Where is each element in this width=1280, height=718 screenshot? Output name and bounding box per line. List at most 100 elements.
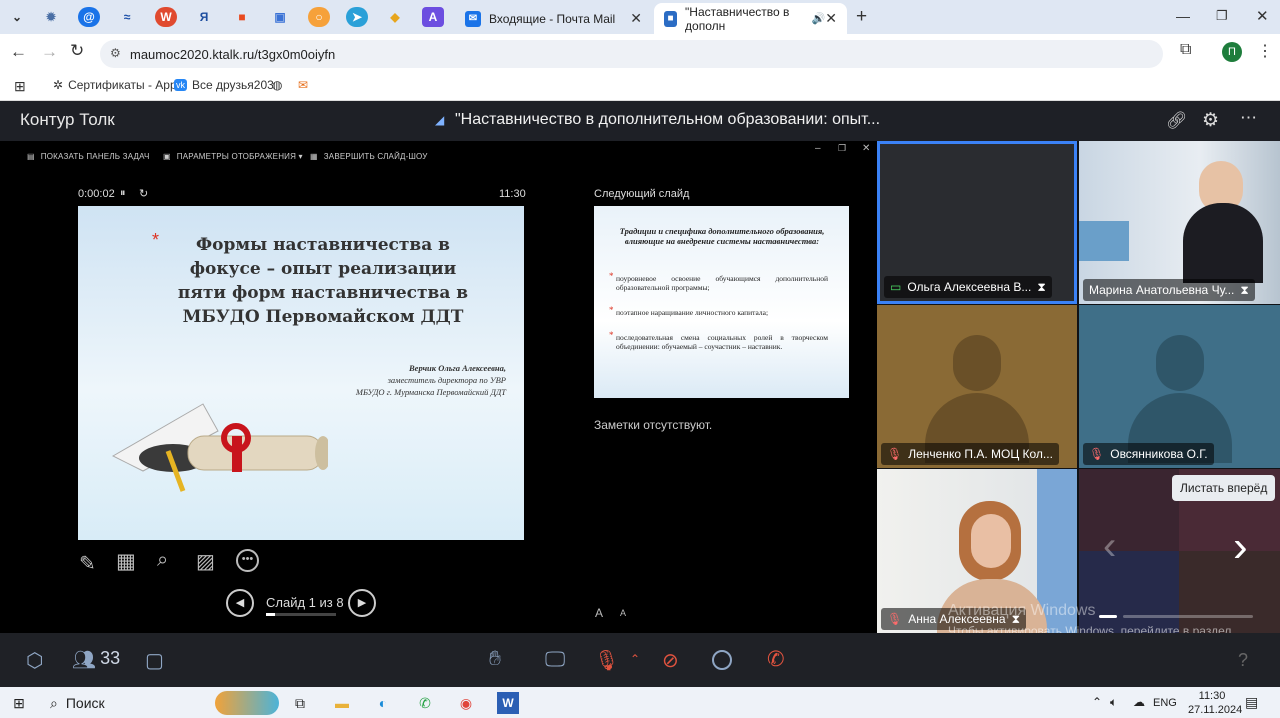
participant-tile[interactable]: 🎙︎ Ленченко П.А. МОЦ Кол... — [877, 305, 1077, 468]
maximize-icon[interactable]: ❐ — [1216, 8, 1228, 24]
pause-icon[interactable]: ⏸ — [120, 187, 126, 200]
end-slideshow-button[interactable]: ▦ ЗАВЕРШИТЬ СЛАЙД-ШОУ — [310, 152, 428, 161]
telegram-icon[interactable]: ➤ — [346, 7, 368, 27]
scroll-back-icon[interactable]: ‹ — [1103, 524, 1116, 569]
increase-font-button[interactable]: A — [595, 606, 603, 620]
restore-icon[interactable]: ❐ — [838, 143, 846, 154]
close-icon[interactable]: ✕ — [630, 10, 642, 27]
menu-icon[interactable]: ⋮ — [1257, 41, 1273, 61]
all-slides-icon[interactable]: ▦ — [116, 549, 136, 574]
whatsapp-icon[interactable]: ✆ — [414, 692, 436, 714]
diamond-icon[interactable]: ◆ — [384, 7, 406, 27]
scroll-forward-icon[interactable]: › — [1233, 522, 1248, 572]
network-icon[interactable]: ☁ — [1133, 695, 1145, 709]
next-slide-label: Следующий слайд — [594, 188, 690, 200]
chrome-icon[interactable]: ◉ — [455, 692, 477, 714]
circle-icon[interactable]: ○ — [308, 7, 330, 27]
yandex-icon[interactable]: Я — [193, 7, 215, 27]
chevron-up-icon[interactable]: ⌃ — [630, 652, 640, 666]
mic-off-icon: 🎙︎ — [1089, 447, 1105, 461]
display-settings-button[interactable]: ▣ ПАРАМЕТРЫ ОТОБРАЖЕНИЯ ▾ — [163, 152, 303, 161]
volume-icon[interactable]: 🔈︎ — [1110, 695, 1117, 710]
widget-icon[interactable] — [215, 691, 279, 715]
person-face — [971, 514, 1011, 568]
new-tab-button[interactable]: + — [856, 6, 867, 28]
participants-button[interactable]: 👥︎ 33 — [72, 648, 120, 672]
decrease-font-button[interactable]: A — [620, 608, 626, 618]
help-button[interactable]: ? — [1238, 650, 1248, 671]
participant-tile[interactable]: ▭ Ольга Алексеевна В... ⧗ — [877, 141, 1077, 304]
chat-icon[interactable]: ▢ — [145, 648, 164, 673]
notifications-icon[interactable]: ▤ — [1245, 694, 1258, 711]
minimize-icon[interactable]: – — [815, 143, 821, 154]
url-field[interactable]: ⚙ maumoc2020.ktalk.ru/t3gx0m0oiyfn — [100, 40, 1163, 68]
extensions-icon[interactable]: ⧉ — [1180, 41, 1191, 59]
word-app-icon[interactable]: W — [497, 692, 519, 714]
tab-meeting[interactable]: ■ "Наставничество в дополн 🔊 ✕ — [654, 3, 847, 34]
mic-off-icon: 🎙︎ — [887, 447, 903, 461]
alice-icon[interactable]: A — [422, 7, 444, 27]
colored-icon[interactable]: ■ — [231, 7, 253, 27]
mail-ru-icon[interactable]: @ — [78, 7, 100, 27]
apps-icon[interactable]: ⊞ — [14, 78, 26, 95]
mail-icon[interactable]: ✉ — [298, 78, 308, 92]
pin-icon: ⧗ — [1037, 279, 1046, 294]
word-icon[interactable]: W — [155, 7, 177, 27]
edge-icon[interactable]: ◐ — [372, 692, 394, 714]
back-icon[interactable]: ← — [10, 42, 27, 62]
zoom-icon[interactable]: ⌕ — [157, 549, 168, 572]
bookmark-certificates[interactable]: ✲ Сертификаты - App — [53, 78, 177, 92]
record-icon[interactable] — [712, 650, 732, 670]
more-icon[interactable]: ⋯ — [1240, 108, 1257, 128]
globe-icon[interactable]: ◍ — [272, 78, 282, 92]
sbp-icon[interactable]: ≈ — [116, 7, 138, 27]
language-indicator[interactable]: ENG — [1153, 697, 1177, 709]
pen-icon[interactable]: ✎ — [79, 551, 96, 576]
mic-off-icon[interactable]: 🎙︎ — [594, 648, 619, 673]
apps-icon[interactable]: ⬡ — [26, 648, 43, 673]
more-options-icon[interactable]: ••• — [236, 549, 259, 572]
author-role: заместитель директора по УВР — [387, 375, 506, 385]
bookmark-vk[interactable]: vk Все друзья203 — [174, 78, 274, 92]
taskbar-clock[interactable]: 11:30 27.11.2024 — [1188, 689, 1242, 717]
reset-icon[interactable]: ↻ — [139, 187, 148, 200]
settings-icon[interactable]: ✹ — [40, 7, 62, 27]
end-call-icon[interactable]: ✆ — [767, 647, 785, 672]
search-box[interactable]: ⌕ Поиск — [50, 695, 105, 712]
prev-slide-button[interactable]: ◀ — [226, 589, 254, 617]
tab-mail[interactable]: ✉ Входящие - Почта Mail ✕ — [455, 3, 652, 34]
minimize-icon[interactable]: — — [1176, 8, 1190, 24]
task-view-icon[interactable]: ⧉ — [289, 692, 311, 714]
elapsed-timer: 0:00:02 — [78, 188, 115, 200]
subtitles-icon[interactable]: ▨ — [196, 549, 215, 574]
window-close-icon[interactable]: ✕ — [1256, 7, 1269, 25]
settings-gear-icon[interactable]: ⚙ — [1202, 109, 1219, 132]
camera-off-icon[interactable]: ⊘ — [662, 648, 679, 673]
close-icon[interactable]: ✕ — [825, 10, 837, 27]
link-icon[interactable]: 🔗︎ — [1166, 111, 1188, 131]
forward-icon[interactable]: → — [41, 42, 58, 62]
notes-text: Заметки отсутствуют. — [594, 418, 713, 432]
next-slide-preview: Традиции и специфика дополнительного обр… — [594, 206, 849, 398]
tab-search-icon[interactable]: ⌄ — [6, 7, 28, 27]
start-icon[interactable]: ⊞ — [8, 692, 30, 714]
doc-icon[interactable]: ▣ — [269, 7, 291, 27]
puzzle-icon: ✲ — [53, 78, 64, 92]
tray-chevron-icon[interactable]: ⌃ — [1092, 695, 1102, 709]
next-slide-button[interactable]: ▶ — [348, 589, 376, 617]
graduation-cap-illustration — [111, 403, 328, 492]
author-name: Верчик Ольга Алексеевна, — [409, 363, 506, 373]
reload-icon[interactable]: ↻ — [70, 41, 84, 61]
profile-avatar[interactable]: П — [1222, 42, 1242, 62]
poster-image — [1079, 221, 1129, 261]
end-icon: ▦ — [310, 152, 318, 161]
close-icon[interactable]: ✕ — [862, 143, 870, 154]
participant-tile[interactable]: 🎙︎ Овсянникова О.Г. — [1079, 305, 1280, 468]
show-taskbar-button[interactable]: ▤ ПОКАЗАТЬ ПАНЕЛЬ ЗАДАЧ — [27, 152, 150, 161]
site-info-icon[interactable]: ⚙ — [110, 46, 121, 60]
screen-share-icon[interactable]: 🖵︎ — [545, 648, 565, 672]
speaker-icon[interactable]: 🔊 — [812, 12, 826, 25]
file-explorer-icon[interactable]: ▬ — [331, 692, 353, 714]
participant-tile[interactable]: Марина Анатольевна Чу... ⧗ — [1079, 141, 1280, 304]
raise-hand-icon[interactable]: ✋︎ — [489, 647, 501, 671]
